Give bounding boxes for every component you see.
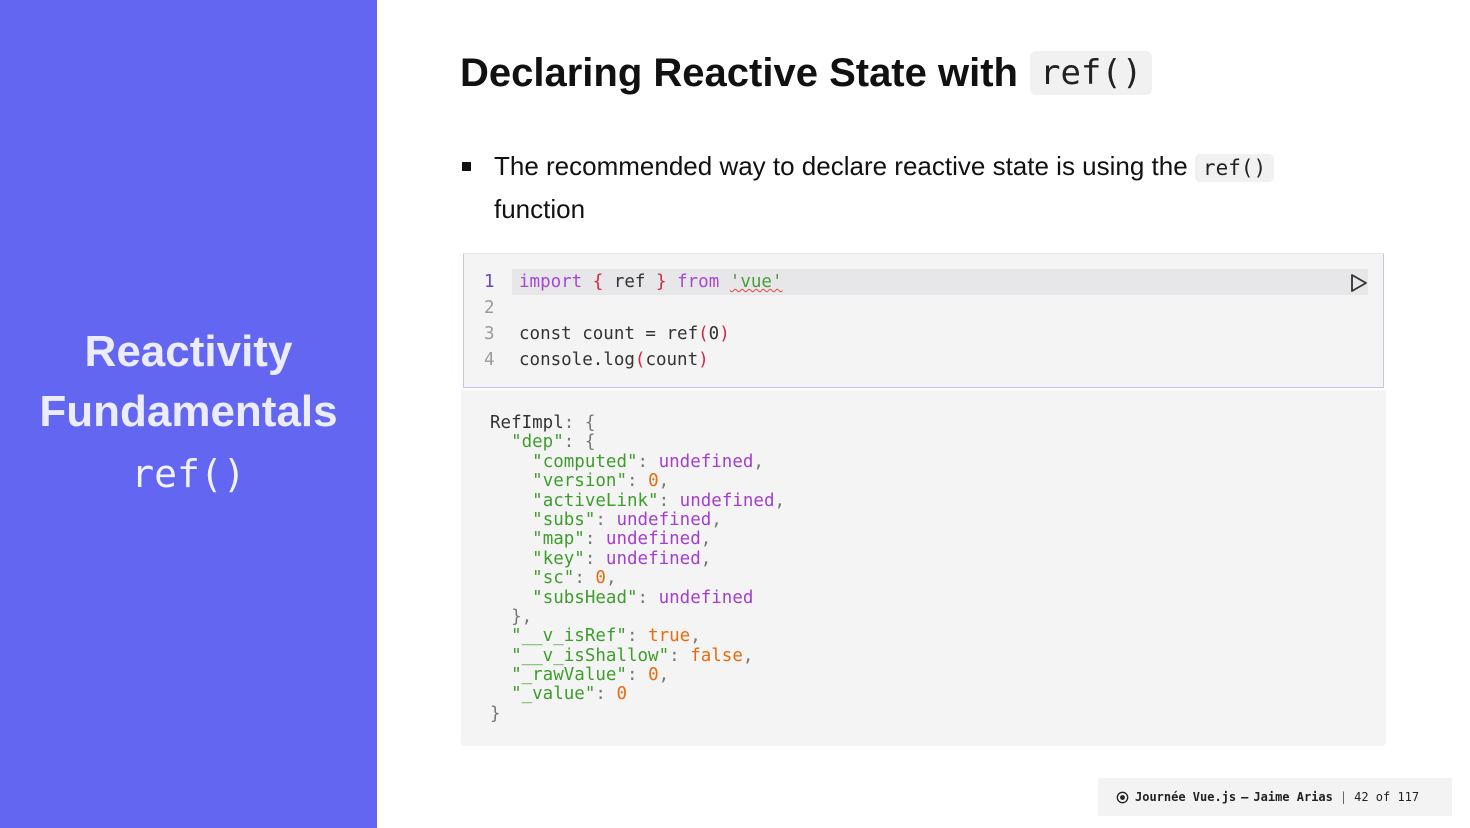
output-line: "activeLink": undefined,: [532, 490, 786, 511]
bullet-text-end: function: [494, 194, 586, 224]
bullet-inline-code: ref(): [1194, 154, 1275, 182]
code-text: import { ref } from 'vue': [519, 272, 783, 292]
output-line: "__v_isRef": true,: [511, 626, 701, 647]
line-number: 1: [484, 272, 495, 292]
slide-title: Declaring Reactive State with ref(): [460, 47, 1153, 99]
code-line-2[interactable]: 2: [464, 295, 1383, 321]
bullet-marker: [462, 162, 471, 171]
line-number: 4: [484, 350, 495, 370]
footer-event: Journée Vue.js: [1135, 790, 1237, 804]
line-number: 2: [484, 298, 495, 318]
output-line: },: [511, 606, 533, 627]
slide-title-code: ref(): [1029, 51, 1153, 95]
bullet-item: The recommended way to declare reactive …: [460, 146, 1360, 230]
line-number: 3: [484, 324, 495, 344]
slide-footer: Journée Vue.js – Jaime Arias | 42 of 117: [1098, 778, 1452, 816]
output-line: "key": undefined,: [532, 548, 712, 569]
output-line: "subs": undefined,: [532, 509, 722, 530]
footer-dash: –: [1241, 790, 1249, 804]
output-line: "subsHead": undefined: [532, 587, 754, 608]
play-icon[interactable]: [1347, 272, 1369, 294]
output-line: "dep": {: [511, 432, 596, 453]
section-subtitle-code: ref(): [131, 452, 246, 496]
output-line: "_rawValue": 0,: [511, 665, 670, 686]
code-line-3[interactable]: 3 const count = ref(0): [464, 321, 1383, 347]
slidev-logo-icon: [1116, 791, 1129, 803]
code-text: const count = ref(0): [519, 324, 730, 344]
code-line-1-highlight[interactable]: import { ref } from 'vue': [512, 269, 1368, 295]
output-line: }: [490, 703, 501, 724]
section-sidebar: Reactivity Fundamentals ref(): [0, 0, 377, 828]
footer-author: Jaime Arias: [1253, 790, 1333, 804]
section-title-line2: Fundamentals: [39, 387, 338, 436]
console-output: RefImpl: { "dep": { "computed": undefine…: [461, 390, 1386, 746]
footer-separator: |: [1339, 790, 1348, 804]
output-line: "map": undefined,: [532, 529, 712, 550]
code-text: console.log(count): [519, 350, 709, 370]
output-line: "version": 0,: [532, 471, 670, 492]
output-line: RefImpl: {: [490, 413, 596, 433]
page-counter: 42 of 117: [1354, 790, 1420, 804]
code-line-4[interactable]: 4 console.log(count): [464, 347, 1383, 373]
code-editor[interactable]: 1 import { ref } from 'vue' 2 3 const co…: [463, 254, 1384, 388]
bullet-text: The recommended way to declare reactive …: [494, 151, 1188, 181]
output-line: "_value": 0: [511, 684, 627, 705]
section-title-line1: Reactivity: [84, 327, 293, 376]
output-line: "computed": undefined,: [532, 451, 764, 472]
slide-title-text: Declaring Reactive State with: [460, 50, 1018, 95]
output-line: "__v_isShallow": false,: [511, 645, 754, 666]
output-line: "sc": 0,: [532, 568, 617, 589]
